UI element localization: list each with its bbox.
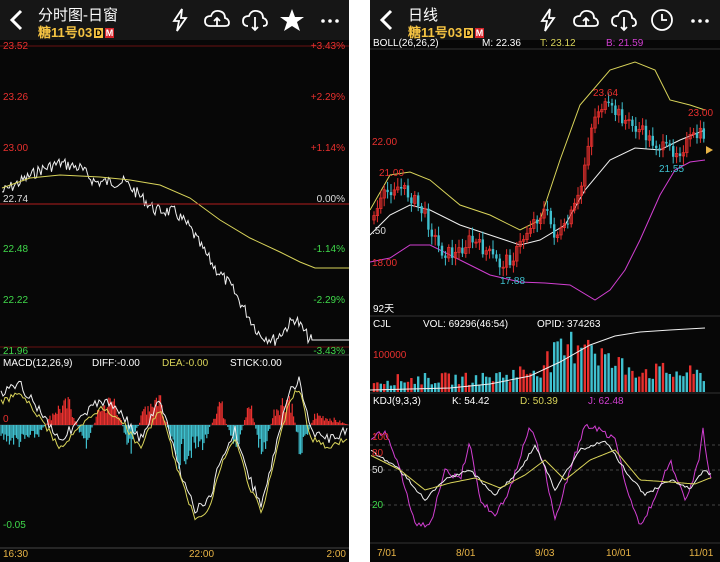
macd-stick: STICK:0.00 (230, 358, 282, 369)
boll-b: B: 21.59 (606, 38, 644, 49)
pointer-arrow-icon (706, 146, 713, 154)
kdj-k: K: 54.42 (452, 396, 490, 407)
last-annotation: 23.00 (688, 108, 714, 119)
kdj-axis-50: 50 (372, 465, 384, 476)
time-label-start: 16:30 (3, 549, 29, 560)
high-annotation: 23.64 (593, 88, 619, 99)
price-label-4: 22.74 (3, 194, 29, 205)
price-label-1: 23.52 (3, 41, 29, 52)
boll-upper-line (370, 61, 706, 231)
date-label-3: 9/03 (535, 548, 555, 559)
price-label-3: 18.00 (372, 258, 398, 269)
boll-m: M: 22.36 (482, 38, 521, 49)
open-interest-readout: OPID: 374263 (537, 319, 601, 330)
low-annotation: 21.55 (659, 164, 685, 175)
date-label-2: 8/01 (456, 548, 476, 559)
macd-title: MACD(12,26,9) (3, 358, 73, 369)
date-label-5: 11/01 (689, 548, 714, 559)
cjl-title: CJL (373, 319, 391, 330)
pct-label-6: -2.29% (313, 295, 345, 306)
kdj-axis-20: 20 (372, 500, 384, 511)
macd-dea: DEA:-0.00 (162, 358, 209, 369)
pct-label-7: -3.43% (313, 346, 345, 357)
pct-label-5: -1.14% (313, 244, 345, 255)
volume-readout: VOL: 69296(46:54) (423, 319, 509, 330)
intraday-panel: 分时图-日窗 糖11号03 D M 23.52 23.26 23.00 22.74 … (0, 0, 349, 562)
macd-axis-low: -0.05 (3, 520, 26, 531)
price-line (2, 157, 349, 346)
bollinger-bands (370, 61, 706, 301)
volume-axis-label: 100000 (373, 350, 407, 361)
boll-t: T: 23.12 (540, 38, 576, 49)
candlesticks (372, 93, 705, 277)
boll-title: BOLL(26,26,2) (373, 38, 439, 49)
price-label-3: 23.00 (3, 143, 29, 154)
kline-chart[interactable] (370, 0, 720, 562)
macd-diff: DIFF:-0.00 (92, 358, 140, 369)
intraday-chart[interactable] (0, 0, 349, 562)
price-label-1: 22.00 (372, 137, 398, 148)
pct-label-2: +2.29% (310, 92, 345, 103)
price-label-5: 22.48 (3, 244, 29, 255)
macd-axis-zero: 0 (3, 414, 9, 425)
daily-kline-panel: 日线 糖11号03 D M BOLL(26,26,2) M: 22.36 T: 23… (370, 0, 720, 562)
kdj-j: J: 62.48 (588, 396, 624, 407)
pct-label-3: +1.14% (310, 143, 345, 154)
early-high-annotation: 21.00 (379, 168, 405, 179)
pct-label-1: +3.43% (310, 41, 345, 52)
average-polyline (1, 174, 349, 269)
date-label-1: 7/01 (377, 548, 397, 559)
kdj-k-line (370, 440, 712, 501)
kdj-axis-80: 80 (372, 448, 384, 459)
early-low-annotation: 17.88 (500, 276, 526, 287)
kdj-j-line (370, 423, 712, 528)
pct-label-4: 0.00% (316, 194, 345, 205)
kdj-axis-100: 100 (372, 432, 389, 443)
date-label-4: 10/01 (606, 548, 632, 559)
kdj-lines (370, 423, 712, 528)
macd-lines (0, 376, 348, 521)
dea-line (0, 389, 348, 521)
average-price-line (1, 174, 349, 269)
kdj-d: D: 50.39 (520, 396, 558, 407)
price-label-6: 22.22 (3, 295, 29, 306)
volume-bars (372, 331, 705, 392)
kdj-title: KDJ(9,3,3) (373, 396, 421, 407)
time-label-mid: 22:00 (189, 549, 215, 560)
price-label-2: .50 (372, 226, 386, 237)
days-label: 92天 (373, 304, 395, 315)
price-polyline (2, 157, 349, 346)
price-label-7: 21.96 (3, 346, 29, 357)
price-label-2: 23.26 (3, 92, 29, 103)
time-label-end: 2:00 (326, 549, 346, 560)
